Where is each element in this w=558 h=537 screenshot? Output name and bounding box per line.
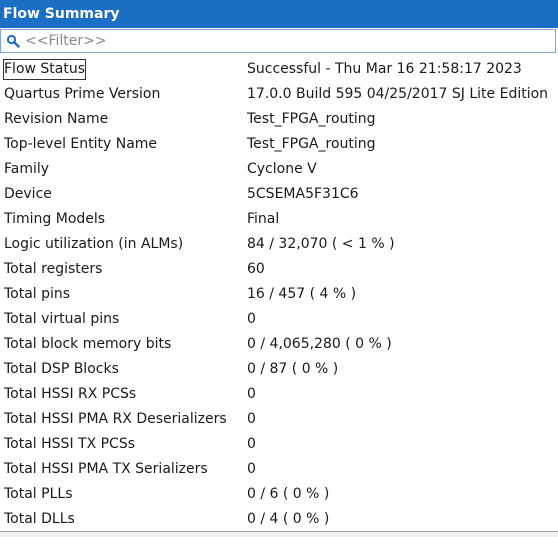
- table-row[interactable]: Top-level Entity Name Test_FPGA_routing: [0, 132, 558, 157]
- summary-table: Flow Status Successful - Thu Mar 16 21:58…: [0, 57, 558, 532]
- row-value: Cyclone V: [247, 161, 317, 177]
- table-row[interactable]: Total HSSI PMA RX Deserializers 0: [0, 407, 558, 432]
- filter-input[interactable]: [25, 32, 545, 50]
- table-row[interactable]: Revision Name Test_FPGA_routing: [0, 107, 558, 132]
- row-value: 60: [247, 261, 265, 277]
- row-value: 0: [247, 386, 256, 402]
- row-label: Flow Status: [3, 59, 87, 80]
- row-label: Total pins: [4, 286, 71, 302]
- table-row[interactable]: Family Cyclone V: [0, 157, 558, 182]
- row-value: 0 / 4 ( 0 % ): [247, 511, 330, 527]
- horizontal-scrollbar[interactable]: [0, 532, 558, 537]
- row-value: 0: [247, 461, 256, 477]
- table-row[interactable]: Total registers 60: [0, 257, 558, 282]
- row-label: Total HSSI RX PCSs: [4, 386, 137, 402]
- table-row[interactable]: Total DSP Blocks 0 / 87 ( 0 % ): [0, 357, 558, 382]
- row-value: 0 / 87 ( 0 % ): [247, 361, 339, 377]
- row-value: 0: [247, 411, 256, 427]
- search-icon[interactable]: [6, 34, 20, 48]
- table-row[interactable]: Total pins 16 / 457 ( 4 % ): [0, 282, 558, 307]
- row-label: Total HSSI TX PCSs: [4, 436, 136, 452]
- row-value: 0 / 6 ( 0 % ): [247, 486, 330, 502]
- table-row[interactable]: Flow Status Successful - Thu Mar 16 21:58…: [0, 57, 558, 82]
- table-row[interactable]: Device 5CSEMA5F31C6: [0, 182, 558, 207]
- row-label: Total HSSI PMA RX Deserializers: [4, 411, 227, 427]
- row-value: 16 / 457 ( 4 % ): [247, 286, 357, 302]
- flow-summary-panel: Flow Summary Flow Status Successful - Thu…: [0, 0, 558, 537]
- row-value: 84 / 32,070 ( < 1 % ): [247, 236, 395, 252]
- table-row[interactable]: Timing Models Final: [0, 207, 558, 232]
- filter-bar[interactable]: [0, 29, 556, 53]
- row-label: Family: [4, 161, 50, 177]
- row-value: Test_FPGA_routing: [247, 111, 376, 127]
- row-value: 0 / 4,065,280 ( 0 % ): [247, 336, 392, 352]
- row-label: Device: [4, 186, 52, 202]
- row-label: Top-level Entity Name: [4, 136, 158, 152]
- row-value: Successful - Thu Mar 16 21:58:17 2023: [247, 61, 522, 77]
- row-label: Quartus Prime Version: [4, 86, 161, 102]
- row-value: 0: [247, 436, 256, 452]
- panel-title: Flow Summary: [0, 0, 558, 28]
- row-label: Revision Name: [4, 111, 109, 127]
- row-label: Logic utilization (in ALMs): [4, 236, 184, 252]
- row-label: Total virtual pins: [4, 311, 120, 327]
- row-label: Total block memory bits: [4, 336, 172, 352]
- row-value: 5CSEMA5F31C6: [247, 186, 359, 202]
- table-row[interactable]: Total HSSI RX PCSs 0: [0, 382, 558, 407]
- table-row[interactable]: Total PLLs 0 / 6 ( 0 % ): [0, 482, 558, 507]
- table-row[interactable]: Total HSSI TX PCSs 0: [0, 432, 558, 457]
- table-row[interactable]: Total virtual pins 0: [0, 307, 558, 332]
- row-label: Total HSSI PMA TX Serializers: [4, 461, 208, 477]
- row-value: Final: [247, 211, 280, 227]
- table-row[interactable]: Logic utilization (in ALMs) 84 / 32,070 (…: [0, 232, 558, 257]
- row-value: 17.0.0 Build 595 04/25/2017 SJ Lite Edit…: [247, 86, 549, 102]
- row-value: Test_FPGA_routing: [247, 136, 376, 152]
- table-row[interactable]: Total block memory bits 0 / 4,065,280 ( 0…: [0, 332, 558, 357]
- row-value: 0: [247, 311, 256, 327]
- table-row[interactable]: Total HSSI PMA TX Serializers 0: [0, 457, 558, 482]
- row-label: Timing Models: [4, 211, 106, 227]
- row-label: Total registers: [4, 261, 103, 277]
- row-label: Total DSP Blocks: [4, 361, 119, 377]
- row-label: Total PLLs: [4, 486, 73, 502]
- table-row[interactable]: Total DLLs 0 / 4 ( 0 % ): [0, 507, 558, 532]
- table-row[interactable]: Quartus Prime Version 17.0.0 Build 595 04…: [0, 82, 558, 107]
- row-label: Total DLLs: [4, 511, 75, 527]
